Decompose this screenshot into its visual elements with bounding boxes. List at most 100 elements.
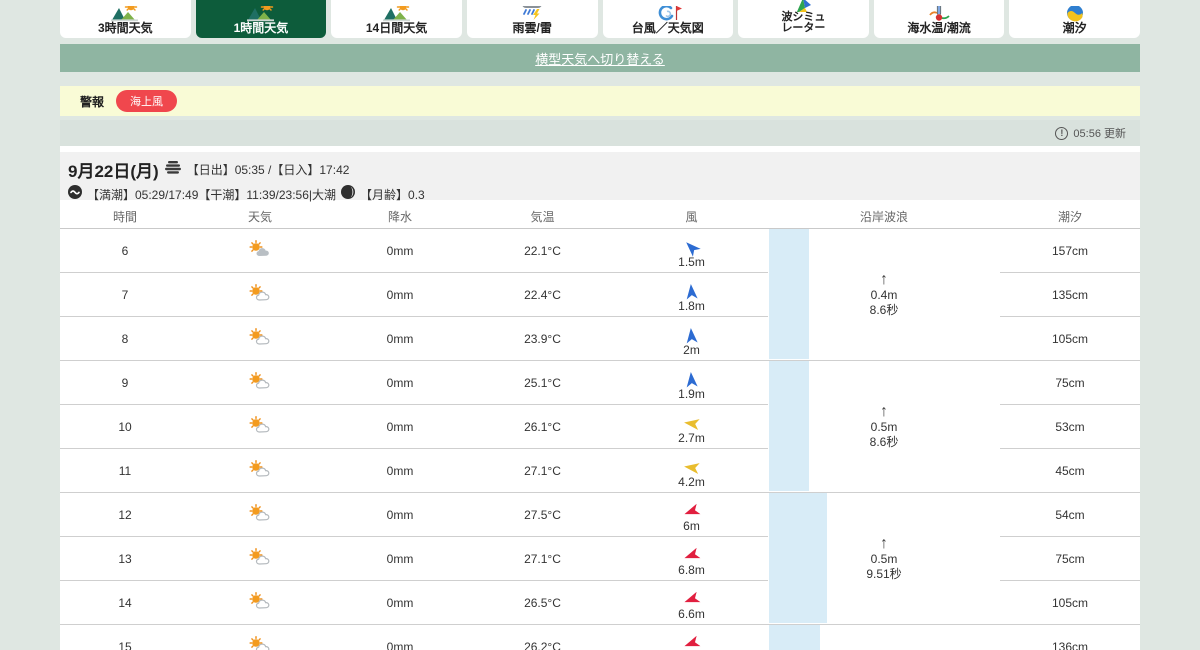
tide-cell: 105cm — [1000, 317, 1140, 361]
wave-period: 8.6秒 — [869, 434, 899, 449]
temp-cell: 26.1°C — [470, 405, 615, 449]
forecast-content: 9月22日(月) 【日出】05:35 /【日入】17:42 【満潮】05:29/… — [60, 146, 1140, 650]
wind-cell: 1.9m — [615, 361, 768, 405]
sun-cloud-icon — [247, 636, 273, 650]
weather-cell — [190, 493, 330, 537]
wind-cell: 6.8m — [615, 537, 768, 581]
wave-height: 0.5m — [870, 551, 898, 566]
tide-cell: 54cm — [1000, 493, 1140, 537]
temp-cell: 27.5°C — [470, 493, 615, 537]
wind-cell: 1.5m — [615, 229, 768, 273]
temp-cell: 25.1°C — [470, 361, 615, 405]
weather-cell — [190, 317, 330, 361]
wind-cell: 6m — [615, 493, 768, 537]
wind-speed: 6.6m — [678, 607, 705, 621]
tab-tide[interactable]: 潮汐 — [1009, 0, 1140, 38]
moon-phase-icon — [341, 185, 356, 204]
sun-cloud-icon — [247, 284, 273, 305]
tab-1hour[interactable]: 1時間天気 — [195, 0, 327, 38]
weather-cell — [190, 581, 330, 625]
wave-height: 0.4m — [870, 287, 898, 302]
tab-typhoon[interactable]: 台風／天気図 — [602, 0, 734, 38]
wind-cell — [615, 625, 768, 650]
sea-wind-warning-badge[interactable]: 海上風 — [116, 90, 178, 112]
coastal-wave-column: ↑ 0.4m 8.6秒 ↑ 0.5m 8.6秒 ↑ 0.5m 9.51秒 — [768, 229, 1000, 650]
time-cell: 9 — [60, 361, 190, 405]
wave-group: ↑ 0.5m 9.51秒 — [768, 493, 1000, 625]
forecast-table-body: 6 0mm 22.1°C 1.5m 157cm 7 0mm 22.4°C 1.8m 135cm 8 0… — [60, 229, 1140, 650]
tide-cell: 157cm — [1000, 229, 1140, 273]
rain-lightning-icon — [517, 6, 547, 22]
column-header: 気温 — [530, 209, 555, 224]
tide-cell: 136cm — [1000, 625, 1140, 650]
column-header: 降水 — [387, 209, 412, 224]
time-cell: 10 — [60, 405, 190, 449]
precip-cell: 0mm — [330, 229, 470, 273]
column-header: 沿岸波浪 — [859, 209, 908, 224]
precip-cell: 0mm — [330, 449, 470, 493]
update-bar: ! 05:56 更新 — [60, 120, 1140, 146]
wave-height-band — [769, 625, 820, 650]
wind-direction-arrow-icon — [684, 503, 701, 518]
mountain-sun-icon — [382, 6, 412, 22]
wind-cell: 4.2m — [615, 449, 768, 493]
precip-cell: 0mm — [330, 405, 470, 449]
tide-cell: 75cm — [1000, 361, 1140, 405]
wind-speed: 1.9m — [678, 387, 705, 401]
mountain-sun-icon — [110, 6, 140, 22]
precip-cell: 0mm — [330, 273, 470, 317]
weather-cell — [190, 229, 330, 273]
tide-icon — [1060, 6, 1090, 22]
tab-14day[interactable]: 14日間天気 — [331, 0, 462, 38]
warning-bar: 警報 海上風 — [60, 86, 1140, 116]
sun-cloud-icon — [247, 328, 273, 349]
wave-group: ↑ 0.4m 8.6秒 — [768, 229, 1000, 361]
typhoon-icon — [653, 6, 683, 22]
precip-cell: 0mm — [330, 493, 470, 537]
tab-label: 1時間天気 — [233, 21, 289, 36]
wind-direction-arrow-icon — [684, 372, 699, 388]
wave-info: ↑ 0.4m 8.6秒 — [869, 271, 899, 318]
wind-direction-arrow-icon — [684, 461, 700, 474]
wave-info: ↑ 0.5m 8.6秒 — [869, 403, 899, 450]
sun-cloud-icon — [247, 592, 273, 613]
wind-cell: 1.8m — [615, 273, 768, 317]
time-cell: 12 — [60, 493, 190, 537]
time-cell: 15 — [60, 625, 190, 650]
weather-cell — [190, 449, 330, 493]
wave-period: 8.6秒 — [869, 302, 899, 317]
sun-cloud-icon — [247, 416, 273, 437]
precip-cell: 0mm — [330, 361, 470, 405]
tab-label: 3時間天気 — [97, 21, 153, 36]
table-header-row: 時間 天気 降水 気温 風 沿岸波浪 潮汐 — [60, 204, 1140, 229]
column-header: 天気 — [247, 209, 272, 224]
mountain-sun-icon — [246, 6, 276, 22]
time-cell: 7 — [60, 273, 190, 317]
precip-cell: 0mm — [330, 625, 470, 650]
tab-sea-temp[interactable]: 海水温/潮流 — [873, 0, 1005, 38]
wave-info: ↑ 0.5m 9.51秒 — [866, 535, 901, 582]
sun-gray-cloud-icon — [247, 240, 273, 261]
temp-cell: 26.2°C — [470, 625, 615, 650]
sunrise-sunset-text: 【日出】05:35 /【日入】17:42 — [186, 163, 350, 177]
sun-cloud-icon — [247, 372, 273, 393]
precip-cell: 0mm — [330, 537, 470, 581]
tab-label: 14日間天気 — [365, 21, 428, 36]
tab-label: 海水温/潮流 — [907, 21, 971, 36]
update-time: 05:56 更新 — [1073, 128, 1126, 140]
wind-cell: 2m — [615, 317, 768, 361]
tab-radar[interactable]: 雨雲/雷 — [466, 0, 598, 38]
wind-speed: 2m — [683, 343, 700, 357]
wind-direction-arrow-icon — [684, 547, 701, 562]
wind-speed: 1.8m — [678, 299, 705, 313]
wind-cell: 6.6m — [615, 581, 768, 625]
tide-cell: 105cm — [1000, 581, 1140, 625]
wind-direction-arrow-icon — [684, 284, 699, 300]
column-header: 時間 — [112, 209, 137, 224]
switch-to-horizontal-link[interactable]: 横型天気へ切り替える — [535, 49, 665, 68]
tab-wave-sim[interactable]: 波シミュ レーター — [738, 0, 869, 38]
sunrise-icon — [164, 160, 181, 179]
tab-3hour[interactable]: 3時間天気 — [60, 0, 191, 38]
temp-cell: 22.4°C — [470, 273, 615, 317]
wind-direction-arrow-icon — [684, 417, 700, 430]
